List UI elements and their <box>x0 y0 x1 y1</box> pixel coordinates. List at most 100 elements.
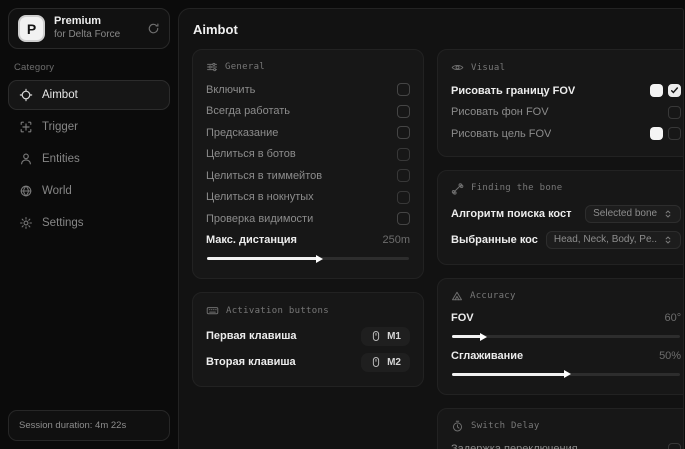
toggle-row-prediction: Предсказание <box>206 122 410 144</box>
slider-fill <box>452 335 482 338</box>
brand-title: Premium <box>54 15 120 29</box>
card-title: Finding the bone <box>471 183 563 193</box>
clock-icon <box>451 420 464 433</box>
card-title: Accuracy <box>470 291 516 301</box>
max-distance-slider[interactable] <box>207 254 409 263</box>
accuracy-card-header: Accuracy <box>451 290 681 302</box>
bone-card-header: Finding the bone <box>451 182 681 195</box>
slider-value: 50% <box>659 350 681 362</box>
card-title: Visual <box>471 63 505 73</box>
triangle-icon <box>451 290 463 302</box>
slider-thumb[interactable] <box>316 255 323 263</box>
activation-card-header: Activation buttons <box>206 304 410 317</box>
checkbox-always-work[interactable] <box>397 105 410 118</box>
bone-algorithm-dropdown[interactable]: Selected bone <box>585 205 681 223</box>
keybind-label: Вторая клавиша <box>206 356 296 368</box>
slider-fill <box>452 373 566 376</box>
crosshair-icon <box>19 88 33 102</box>
sidebar-item-trigger[interactable]: Trigger <box>8 112 170 142</box>
sidebar-item-world[interactable]: World <box>8 176 170 206</box>
sync-icon[interactable] <box>147 22 160 35</box>
sidebar-item-entities[interactable]: Entities <box>8 144 170 174</box>
checkbox-prediction[interactable] <box>397 126 410 139</box>
sidebar-item-label: Settings <box>42 217 84 229</box>
toggle-label: Проверка видимости <box>206 213 313 225</box>
brand-text: Premium for Delta Force <box>54 15 120 41</box>
checkbox-switch-delay[interactable] <box>668 443 681 449</box>
slider-label: FOV <box>451 312 474 324</box>
card-title: General <box>225 62 265 72</box>
visual-card: Visual Рисовать границу FOV Рисовать фон… <box>437 49 684 157</box>
brand-card: P Premium for Delta Force <box>8 8 170 49</box>
dropdown-label: Выбранные кос <box>451 234 538 246</box>
toggle-label: Включить <box>206 84 255 96</box>
bone-icon <box>451 182 464 195</box>
max-distance-row: Макс. дистанция 250m <box>206 230 410 252</box>
toggle-row-aim-bots: Целиться в ботов <box>206 144 410 166</box>
mouse-icon <box>370 330 382 342</box>
fov-target-row: Рисовать цель FOV <box>451 123 681 145</box>
brand-logo: P <box>18 15 45 42</box>
checkbox-enable[interactable] <box>397 83 410 96</box>
trigger-icon <box>19 120 33 134</box>
sidebar-item-label: Aimbot <box>42 89 78 101</box>
sidebar-item-aimbot[interactable]: Aimbot <box>8 80 170 110</box>
keybind-label: Первая клавиша <box>206 330 297 342</box>
main-panel: Aimbot General Включить <box>178 8 684 449</box>
toggle-label: Целиться в нокнутых <box>206 191 314 203</box>
checkbox-aim-bots[interactable] <box>397 148 410 161</box>
fov-slider[interactable] <box>452 332 680 341</box>
checkbox-aim-teammates[interactable] <box>397 169 410 182</box>
eye-icon <box>451 61 464 74</box>
toggle-row-enable: Включить <box>206 79 410 101</box>
keyboard-icon <box>206 304 219 317</box>
entities-icon <box>19 152 33 166</box>
slider-thumb[interactable] <box>564 370 571 378</box>
smoothing-slider[interactable] <box>452 370 680 379</box>
toggle-row-aim-teammates: Целиться в тиммейтов <box>206 165 410 187</box>
toggle-label: Всегда работать <box>206 105 290 117</box>
session-duration: Session duration: 4m 22s <box>8 410 170 441</box>
sidebar-nav: Aimbot Trigger Entities <box>8 80 170 238</box>
visual-label: Рисовать цель FOV <box>451 128 551 140</box>
chevron-updown-icon <box>663 235 673 245</box>
general-card-header: General <box>206 61 410 73</box>
smoothing-slider-row: Сглаживание 50% <box>451 345 681 367</box>
page-title: Aimbot <box>193 22 670 37</box>
card-title: Switch Delay <box>471 421 540 431</box>
chevron-updown-icon <box>663 209 673 219</box>
checkbox-fov-target[interactable] <box>668 127 681 140</box>
slider-label: Сглаживание <box>451 350 523 362</box>
checkbox-fov-background[interactable] <box>668 106 681 119</box>
checkbox-fov-border[interactable] <box>668 84 681 97</box>
selected-bones-row: Выбранные кос Head, Neck, Body, Pe.. <box>451 227 681 253</box>
switch-delay-card-header: Switch Delay <box>451 420 681 433</box>
fov-slider-row: FOV 60° <box>451 308 681 330</box>
slider-thumb[interactable] <box>480 333 487 341</box>
slider-value: 60° <box>664 312 681 324</box>
general-card: General Включить Всегда работать Предска… <box>192 49 424 279</box>
second-key-button[interactable]: M2 <box>361 353 410 372</box>
sidebar-item-label: World <box>42 185 72 197</box>
toggle-label: Задержка переключения <box>451 443 578 449</box>
slider-fill <box>207 257 318 260</box>
selected-bones-dropdown[interactable]: Head, Neck, Body, Pe.. <box>546 231 681 249</box>
toggle-label: Целиться в тиммейтов <box>206 170 322 182</box>
first-key-button[interactable]: M1 <box>361 327 410 346</box>
sliders-icon <box>206 61 218 73</box>
visual-label: Рисовать границу FOV <box>451 85 575 97</box>
checkbox-aim-knocked[interactable] <box>397 191 410 204</box>
brand-subtitle: for Delta Force <box>54 29 120 42</box>
fov-target-color-swatch[interactable] <box>650 127 663 140</box>
first-key-row: Первая клавиша M1 <box>206 323 410 349</box>
bone-algorithm-row: Алгоритм поиска кост Selected bone <box>451 201 681 227</box>
mouse-icon <box>370 356 382 368</box>
card-title: Activation buttons <box>226 306 329 316</box>
slider-value: 250m <box>382 234 410 246</box>
checkbox-visibility-check[interactable] <box>397 212 410 225</box>
slider-label: Макс. дистанция <box>206 234 297 246</box>
sidebar-item-settings[interactable]: Settings <box>8 208 170 238</box>
globe-icon <box>19 184 33 198</box>
toggle-row-always-work: Всегда работать <box>206 101 410 123</box>
fov-border-color-swatch[interactable] <box>650 84 663 97</box>
